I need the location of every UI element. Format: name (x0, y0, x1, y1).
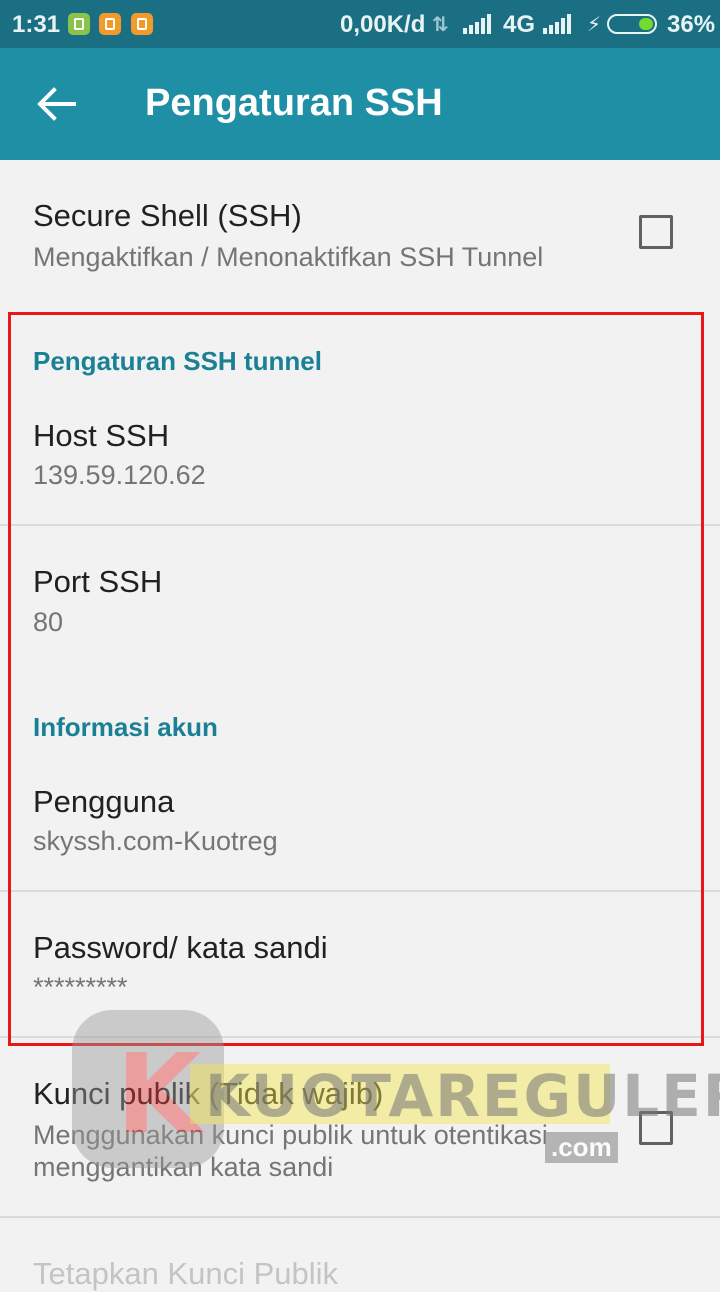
set-public-key-row[interactable]: Tetapkan Kunci Publik (0, 1218, 720, 1291)
data-activity-icon: ⇅ (432, 14, 449, 36)
app-notification-icon (131, 13, 153, 35)
battery-icon (607, 14, 657, 34)
back-arrow-icon[interactable] (36, 86, 76, 122)
charging-icon: ⚡ (587, 14, 602, 36)
ssh-toggle-title: Secure Shell (SSH) (33, 198, 302, 233)
network-type: 4G (503, 11, 536, 38)
ssh-toggle-summary: Mengaktifkan / Menonaktifkan SSH Tunnel (33, 242, 544, 272)
user-title: Pengguna (33, 784, 175, 819)
category-ssh-tunnel: Pengaturan SSH tunnel (33, 346, 322, 376)
watermark-suffix: .com (545, 1132, 618, 1163)
page-title: Pengaturan SSH (145, 82, 443, 124)
host-ssh-title: Host SSH (33, 418, 170, 453)
net-speed: 0,00K/d (340, 11, 426, 38)
ssh-toggle-row[interactable]: Secure Shell (SSH) Mengaktifkan / Menona… (0, 160, 720, 310)
port-ssh-title: Port SSH (33, 564, 163, 599)
user-value: skyssh.com-Kuotreg (33, 826, 278, 856)
status-time: 1:31 (12, 11, 61, 38)
host-ssh-value: 139.59.120.62 (33, 460, 206, 490)
app-notification-icon (99, 13, 121, 35)
password-row[interactable]: Password/ kata sandi ********* (0, 892, 720, 1036)
category-account-info: Informasi akun (33, 712, 218, 742)
watermark-text: KUOTAREGULER (205, 1062, 720, 1130)
app-bar: Pengaturan SSH (0, 48, 720, 160)
status-bar: 1:31 0,00K/d ⇅ 4G ⚡ 36% (0, 0, 720, 48)
port-ssh-value: 80 (33, 607, 64, 637)
user-row[interactable]: Pengguna skyssh.com-Kuotreg (0, 758, 720, 890)
public-key-summary-line2: menggantikan kata sandi (33, 1152, 334, 1182)
set-public-key-title: Tetapkan Kunci Publik (33, 1256, 339, 1291)
ssh-toggle-checkbox[interactable] (639, 215, 673, 249)
sim-notification-icon (68, 13, 90, 35)
host-ssh-row[interactable]: Host SSH 139.59.120.62 (0, 392, 720, 524)
signal-icon (543, 14, 571, 34)
battery-percent: 36% (667, 11, 716, 38)
port-ssh-row[interactable]: Port SSH 80 (0, 526, 720, 666)
signal-icon (463, 14, 491, 34)
password-title: Password/ kata sandi (33, 930, 328, 965)
password-value: ********* (33, 972, 128, 1002)
